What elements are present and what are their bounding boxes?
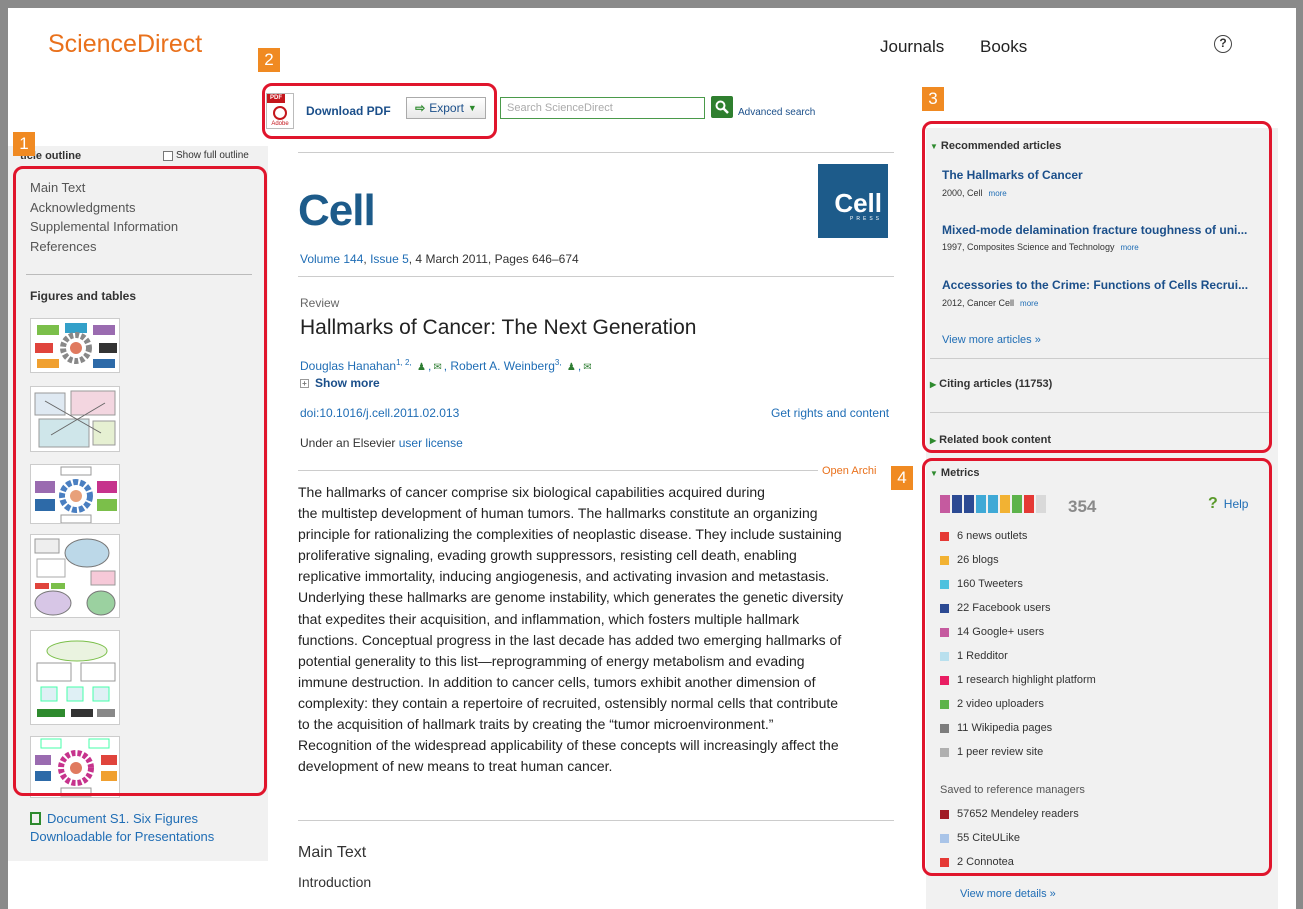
user-license-link[interactable]: user license (399, 436, 463, 450)
document-s1-link[interactable]: Document S1. Six Figures Downloadable fo… (30, 810, 214, 846)
license-line: Under an Elsevier user license (300, 436, 463, 450)
divider (298, 152, 894, 153)
search-button[interactable] (711, 96, 733, 118)
annotation-box-1 (13, 166, 267, 796)
show-more-button[interactable]: + Show more (300, 376, 380, 390)
person-icon[interactable]: ♟ (417, 362, 426, 373)
search-input[interactable] (500, 97, 705, 119)
show-full-outline-checkbox[interactable] (163, 150, 173, 161)
advanced-search-link[interactable]: Advanced search (738, 107, 815, 118)
abstract: The hallmarks of cancer comprise six bio… (298, 484, 844, 775)
document-icon (30, 812, 41, 825)
rights-link[interactable]: Get rights and content (771, 406, 889, 420)
annotation-box-4 (922, 458, 1272, 876)
divider (298, 820, 894, 821)
annotation-box-3 (922, 121, 1272, 453)
view-more-details-link[interactable]: View more details » (960, 888, 1056, 900)
email-icon[interactable]: ✉ (433, 362, 441, 373)
volume-line: Volume 144, Issue 5, 4 March 2011, Pages… (300, 252, 579, 266)
email-icon[interactable]: ✉ (583, 362, 591, 373)
annotation-badge-1: 1 (13, 132, 35, 156)
nav-journals[interactable]: Journals (880, 37, 944, 57)
divider (298, 276, 894, 277)
show-full-outline[interactable]: Show full outline (163, 150, 249, 161)
section-heading: Main Text (298, 844, 367, 861)
annotation-badge-3: 3 (922, 87, 944, 111)
search-icon (715, 100, 729, 114)
open-archive-badge: Open Archi (822, 465, 877, 477)
article-title: Hallmarks of Cancer: The Next Generation (300, 316, 697, 339)
nav-books[interactable]: Books (980, 37, 1027, 57)
author-list: Douglas Hanahan1, 2, ♟, ✉, Robert A. Wein… (300, 358, 592, 373)
doi-link[interactable]: doi:10.1016/j.cell.2011.02.013 (300, 406, 459, 420)
plus-icon: + (300, 379, 309, 388)
journal-logo[interactable]: Cell (298, 186, 376, 236)
cell-press-logo[interactable]: Cell PRESS (818, 164, 888, 238)
volume-link[interactable]: Volume 144 (300, 252, 363, 266)
issue-link[interactable]: Issue 5 (370, 252, 409, 266)
divider (298, 470, 818, 471)
annotation-badge-2: 2 (258, 48, 280, 72)
show-full-outline-label: Show full outline (176, 150, 249, 161)
article-type: Review (300, 296, 340, 310)
author-link[interactable]: Douglas Hanahan (300, 359, 396, 373)
person-icon[interactable]: ♟ (567, 362, 576, 373)
annotation-badge-4: 4 (891, 466, 913, 490)
subsection-heading: Introduction (298, 874, 372, 890)
author-link[interactable]: Robert A. Weinberg (450, 359, 555, 373)
help-circle-icon[interactable]: ? (1214, 35, 1232, 53)
browser-page: ScienceDirect Journals Books ? ticle out… (8, 8, 1296, 909)
sciencedirect-logo[interactable]: ScienceDirect (48, 30, 202, 59)
annotation-box-2 (262, 83, 497, 139)
